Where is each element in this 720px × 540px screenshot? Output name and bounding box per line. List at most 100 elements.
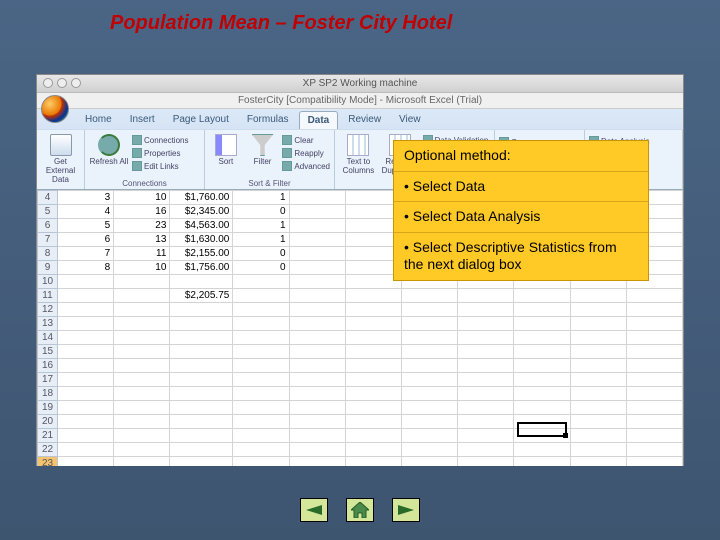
cell[interactable]: 4 [58,205,114,219]
cell[interactable] [289,457,345,467]
cell[interactable] [626,401,682,415]
cell[interactable]: 8 [58,261,114,275]
cell[interactable] [626,303,682,317]
tab-home[interactable]: Home [77,111,120,129]
get-external-data-button[interactable]: Get External Data [41,132,80,184]
cell[interactable] [58,415,114,429]
cell[interactable] [401,331,457,345]
cell[interactable] [233,457,289,467]
cell[interactable] [401,401,457,415]
cell[interactable] [570,373,626,387]
cell[interactable] [345,401,401,415]
cell[interactable]: 1 [233,233,289,247]
cell[interactable] [514,443,570,457]
row-header[interactable]: 23 [38,457,58,467]
cell[interactable] [170,373,233,387]
table-row[interactable]: 15 [38,345,683,359]
row-header[interactable]: 17 [38,373,58,387]
cell[interactable] [58,289,114,303]
cell[interactable] [58,317,114,331]
cell[interactable] [289,233,345,247]
cell[interactable] [289,345,345,359]
cell[interactable] [114,401,170,415]
cell[interactable]: $1,630.00 [170,233,233,247]
cell[interactable] [401,429,457,443]
cell[interactable]: 1 [233,219,289,233]
cell[interactable] [233,289,289,303]
cell[interactable] [345,415,401,429]
cell[interactable] [289,387,345,401]
cell[interactable] [570,317,626,331]
cell[interactable]: $2,205.75 [170,289,233,303]
cell[interactable] [626,289,682,303]
cell[interactable]: 6 [58,233,114,247]
cell[interactable] [289,359,345,373]
cell[interactable] [626,429,682,443]
cell[interactable] [114,303,170,317]
cell[interactable] [170,429,233,443]
cell[interactable] [458,457,514,467]
cell[interactable] [401,345,457,359]
cell[interactable] [114,443,170,457]
table-row[interactable]: 16 [38,359,683,373]
cell[interactable] [114,415,170,429]
cell[interactable] [58,345,114,359]
cell[interactable] [345,303,401,317]
cell[interactable] [345,429,401,443]
active-cell-selection[interactable] [517,422,567,437]
table-row[interactable]: 17 [38,373,683,387]
cell[interactable] [170,443,233,457]
cell[interactable] [458,317,514,331]
cell[interactable] [170,401,233,415]
cell[interactable]: $1,760.00 [170,191,233,205]
cell[interactable]: 13 [114,233,170,247]
cell[interactable] [626,359,682,373]
cell[interactable] [458,359,514,373]
cell[interactable] [289,443,345,457]
cell[interactable] [289,415,345,429]
cell[interactable] [401,289,457,303]
cell[interactable] [514,401,570,415]
cell[interactable] [514,387,570,401]
cell[interactable] [58,401,114,415]
table-row[interactable]: 12 [38,303,683,317]
cell[interactable] [401,387,457,401]
cell[interactable] [58,457,114,467]
connections-button[interactable]: Connections [132,134,188,146]
cell[interactable] [458,303,514,317]
filter-button[interactable]: Filter [246,132,280,167]
cell[interactable] [626,373,682,387]
cell[interactable] [233,275,289,289]
cell[interactable] [289,401,345,415]
cell[interactable] [114,345,170,359]
row-header[interactable]: 10 [38,275,58,289]
cell[interactable] [345,345,401,359]
tab-view[interactable]: View [391,111,429,129]
cell[interactable] [570,443,626,457]
cell[interactable] [626,457,682,467]
cell[interactable]: $2,155.00 [170,247,233,261]
cell[interactable] [289,275,345,289]
cell[interactable] [233,387,289,401]
cell[interactable] [233,415,289,429]
table-row[interactable]: 18 [38,387,683,401]
cell[interactable] [345,373,401,387]
prev-slide-button[interactable] [300,498,328,522]
cell[interactable] [58,387,114,401]
cell[interactable] [114,331,170,345]
row-header[interactable]: 13 [38,317,58,331]
office-button[interactable] [41,95,69,123]
cell[interactable] [233,345,289,359]
table-row[interactable]: 14 [38,331,683,345]
edit-links-button[interactable]: Edit Links [132,160,188,172]
advanced-button[interactable]: Advanced [282,160,330,172]
window-controls[interactable] [43,78,81,88]
cell[interactable] [401,415,457,429]
tab-insert[interactable]: Insert [122,111,163,129]
cell[interactable] [345,331,401,345]
cell[interactable] [233,317,289,331]
cell[interactable]: 5 [58,219,114,233]
table-row[interactable]: 19 [38,401,683,415]
text-to-columns-button[interactable]: Text to Columns [339,132,378,176]
cell[interactable]: $2,345.00 [170,205,233,219]
